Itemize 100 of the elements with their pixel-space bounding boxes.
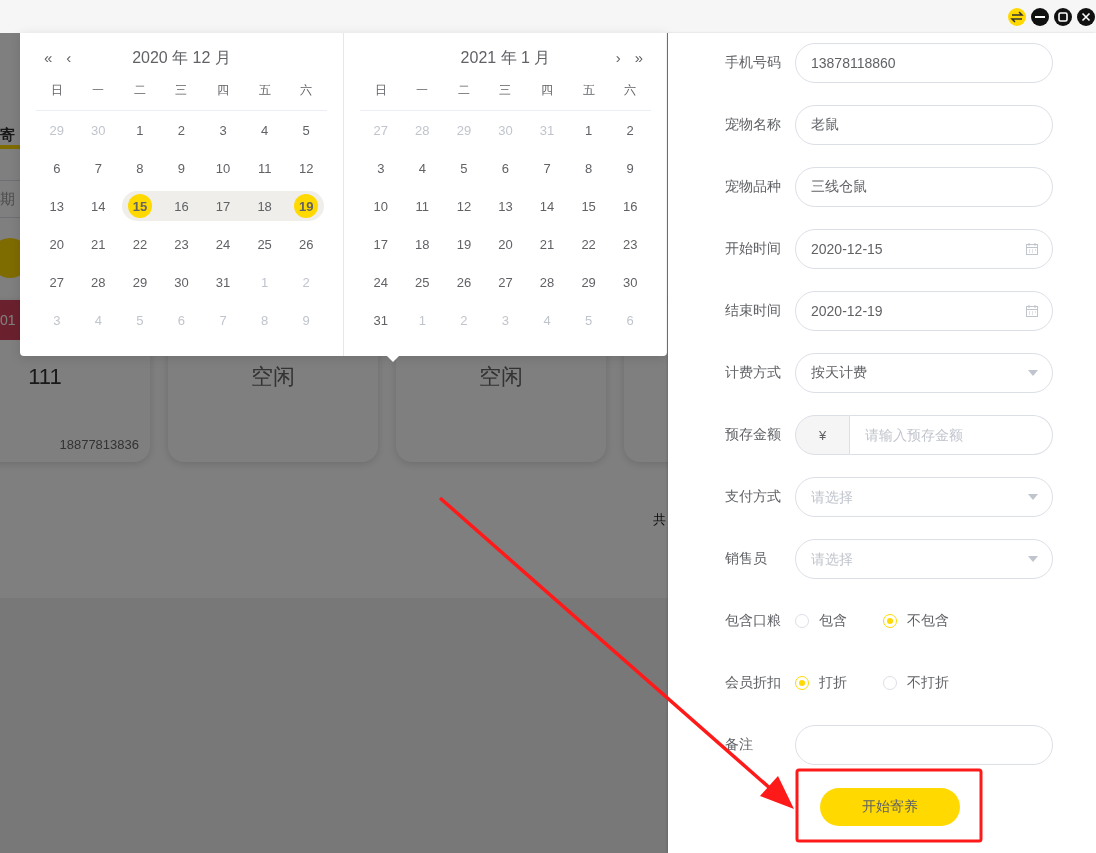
text-field[interactable] bbox=[795, 725, 1053, 765]
calendar-day[interactable]: 24 bbox=[360, 263, 402, 301]
field-label: 预存金额 bbox=[725, 426, 782, 444]
date-field[interactable]: 2020-12-15 bbox=[795, 229, 1053, 269]
calendar-day[interactable]: 15 bbox=[567, 187, 610, 225]
calendar-day[interactable]: 8 bbox=[567, 149, 610, 187]
calendar-day[interactable]: 23 bbox=[609, 225, 651, 263]
start-boarding-button[interactable]: 开始寄养 bbox=[820, 788, 960, 826]
calendar-day[interactable]: 5 bbox=[443, 149, 485, 187]
field-label: 销售员 bbox=[725, 550, 768, 568]
weekday-label: 一 bbox=[416, 81, 429, 99]
calendar-icon bbox=[1026, 305, 1038, 317]
radio-label[interactable]: 不包含 bbox=[907, 612, 949, 630]
weekday-label: 日 bbox=[374, 81, 387, 99]
calendar-day[interactable]: 9 bbox=[160, 149, 203, 187]
calendar-day[interactable]: 31 bbox=[202, 263, 244, 301]
calendar-day[interactable]: 12 bbox=[443, 187, 485, 225]
calendar-day[interactable]: 13 bbox=[484, 187, 527, 225]
radio-label[interactable]: 打折 bbox=[819, 674, 847, 692]
weekday-label: 四 bbox=[217, 81, 230, 99]
swap-icon[interactable] bbox=[1008, 7, 1026, 26]
calendar-day[interactable]: 3 bbox=[360, 149, 402, 187]
select-field[interactable]: 按天计费 bbox=[795, 353, 1053, 393]
calendar-day[interactable]: 5 bbox=[285, 111, 327, 149]
calendar-day[interactable]: 27 bbox=[36, 263, 78, 301]
calendar-day[interactable]: 26 bbox=[443, 263, 485, 301]
calendar-day[interactable]: 7 bbox=[526, 149, 568, 187]
calendar-day[interactable]: 21 bbox=[526, 225, 568, 263]
calendar-day[interactable]: 2 bbox=[609, 111, 651, 149]
calendar-day[interactable]: 28 bbox=[77, 263, 120, 301]
select-field[interactable]: 请选择 bbox=[795, 477, 1053, 517]
calendar-day[interactable]: 14 bbox=[77, 187, 120, 225]
card-title: 空闲 bbox=[479, 364, 523, 390]
select-field[interactable]: 请选择 bbox=[795, 539, 1053, 579]
calendar-day[interactable]: 24 bbox=[202, 225, 244, 263]
radio-label[interactable]: 不打折 bbox=[907, 674, 949, 692]
field-label: 备注 bbox=[725, 736, 754, 754]
calendar-day[interactable]: 25 bbox=[401, 263, 444, 301]
nav-button[interactable]: « bbox=[44, 48, 53, 68]
calendar-day[interactable]: 14 bbox=[526, 187, 568, 225]
calendar-day[interactable]: 8 bbox=[119, 149, 161, 187]
calendar-day[interactable]: 10 bbox=[360, 187, 402, 225]
card-title: 空闲 bbox=[251, 364, 295, 390]
calendar-day[interactable]: 25 bbox=[243, 225, 286, 263]
date-field[interactable]: 2020-12-19 bbox=[795, 291, 1053, 331]
calendar-day[interactable]: 11 bbox=[401, 187, 444, 225]
calendar-day[interactable]: 29 bbox=[567, 263, 610, 301]
calendar-day[interactable]: 1 bbox=[567, 111, 610, 149]
text-field[interactable]: 13878118860 bbox=[795, 43, 1053, 83]
weekday-label: 五 bbox=[582, 81, 595, 99]
pager-text: 共 bbox=[653, 512, 666, 528]
calendar-day[interactable]: 3 bbox=[202, 111, 244, 149]
calendar-day[interactable]: 30 bbox=[609, 263, 651, 301]
calendar-day[interactable]: 6 bbox=[36, 149, 78, 187]
calendar-day[interactable]: 12 bbox=[285, 149, 327, 187]
calendar-day[interactable]: 21 bbox=[77, 225, 120, 263]
dropdown-caret-icon bbox=[1028, 494, 1038, 500]
calendar-day[interactable]: 22 bbox=[119, 225, 161, 263]
calendar-day[interactable]: 4 bbox=[243, 111, 286, 149]
calendar-day[interactable]: 4 bbox=[401, 149, 444, 187]
amount-field[interactable]: 请输入预存金额 bbox=[850, 415, 1053, 455]
text-field[interactable]: 老鼠 bbox=[795, 105, 1053, 145]
calendar-day[interactable]: 2 bbox=[160, 111, 203, 149]
phone-number: 18877813836 bbox=[59, 437, 139, 452]
calendar-day[interactable]: 20 bbox=[36, 225, 78, 263]
calendar-day[interactable]: 18 bbox=[401, 225, 444, 263]
weekday-label: 二 bbox=[457, 81, 470, 99]
calendar-day[interactable]: 6 bbox=[484, 149, 527, 187]
calendar-day[interactable]: 28 bbox=[526, 263, 568, 301]
nav-button[interactable]: » bbox=[634, 48, 643, 68]
calendar-day[interactable]: 26 bbox=[285, 225, 327, 263]
calendar-day[interactable]: 23 bbox=[160, 225, 203, 263]
calendar-day[interactable]: 16 bbox=[609, 187, 651, 225]
field-label: 结束时间 bbox=[725, 302, 782, 320]
minimize-icon[interactable] bbox=[1031, 7, 1049, 26]
field-label: 宠物名称 bbox=[725, 116, 782, 134]
calendar-day[interactable]: 13 bbox=[36, 187, 78, 225]
weekday-label: 四 bbox=[541, 81, 554, 99]
calendar-day[interactable]: 27 bbox=[484, 263, 527, 301]
calendar-day[interactable]: 10 bbox=[202, 149, 244, 187]
close-icon[interactable] bbox=[1077, 7, 1095, 26]
month-title: 2021 年 1 月 bbox=[460, 47, 551, 68]
radio-label[interactable]: 包含 bbox=[819, 612, 847, 630]
maximize-icon[interactable] bbox=[1054, 7, 1072, 26]
weekday-label: 三 bbox=[499, 81, 512, 99]
calendar-day[interactable]: 29 bbox=[119, 263, 161, 301]
calendar-day[interactable]: 9 bbox=[609, 149, 651, 187]
calendar-day[interactable]: 19 bbox=[443, 225, 485, 263]
calendar-day[interactable]: 17 bbox=[360, 225, 402, 263]
field-label: 手机号码 bbox=[725, 54, 782, 72]
calendar-day[interactable]: 30 bbox=[160, 263, 203, 301]
text-field[interactable]: 三线仓鼠 bbox=[795, 167, 1053, 207]
calendar-day[interactable]: 22 bbox=[567, 225, 610, 263]
calendar-day[interactable]: 11 bbox=[243, 149, 286, 187]
calendar-day[interactable]: 20 bbox=[484, 225, 527, 263]
calendar-day[interactable]: 7 bbox=[77, 149, 120, 187]
nav-button[interactable]: › bbox=[615, 48, 621, 68]
nav-button[interactable]: ‹ bbox=[66, 48, 72, 68]
calendar-day[interactable]: 1 bbox=[119, 111, 161, 149]
dropdown-caret-icon bbox=[1028, 556, 1038, 562]
